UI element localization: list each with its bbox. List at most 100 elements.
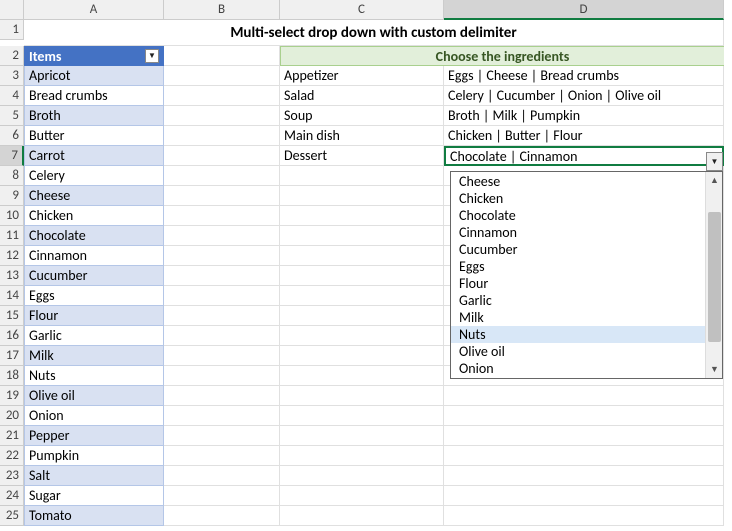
items-cell[interactable]: Salt (24, 466, 164, 486)
filter-dropdown-button[interactable]: ▼ (145, 49, 159, 63)
meal-ingredients-cell[interactable]: Broth | Milk | Pumpkin (444, 106, 724, 126)
row-header-4[interactable]: 4 (0, 86, 24, 106)
cell-C23[interactable] (280, 466, 444, 486)
meal-name-cell[interactable]: Soup (280, 106, 444, 126)
row-header-21[interactable]: 21 (0, 426, 24, 446)
cell-D25[interactable] (444, 506, 724, 526)
row-header-3[interactable]: 3 (0, 66, 24, 86)
cell-B10[interactable] (164, 206, 280, 226)
dropdown-arrow-button[interactable]: ▼ (706, 152, 723, 171)
row-header-17[interactable]: 17 (0, 346, 24, 366)
cell-D20[interactable] (444, 406, 724, 426)
row-header-5[interactable]: 5 (0, 106, 24, 126)
scroll-up-icon[interactable]: ▲ (706, 172, 723, 189)
cell-B21[interactable] (164, 426, 280, 446)
row-header-2[interactable]: 2 (0, 46, 24, 66)
dropdown-option[interactable]: Onion (451, 360, 705, 377)
cell-B12[interactable] (164, 246, 280, 266)
column-header-D[interactable]: D (444, 0, 724, 20)
items-cell[interactable]: Chicken (24, 206, 164, 226)
items-cell[interactable]: Milk (24, 346, 164, 366)
cell-B19[interactable] (164, 386, 280, 406)
meal-name-cell[interactable]: Salad (280, 86, 444, 106)
column-header-B[interactable]: B (164, 0, 280, 20)
cell-B8[interactable] (164, 166, 280, 186)
items-cell[interactable]: Pepper (24, 426, 164, 446)
items-cell[interactable]: Tomato (24, 506, 164, 526)
items-cell[interactable]: Nuts (24, 366, 164, 386)
cell-B7[interactable] (164, 146, 280, 166)
cell-B6[interactable] (164, 126, 280, 146)
row-header-24[interactable]: 24 (0, 486, 24, 506)
cell-C16[interactable] (280, 326, 444, 346)
items-cell[interactable]: Carrot (24, 146, 164, 166)
row-header-9[interactable]: 9 (0, 186, 24, 206)
cell-B15[interactable] (164, 306, 280, 326)
meal-name-cell[interactable]: Main dish (280, 126, 444, 146)
row-header-18[interactable]: 18 (0, 366, 24, 386)
scroll-down-icon[interactable]: ▼ (706, 361, 723, 378)
items-cell[interactable]: Bread crumbs (24, 86, 164, 106)
cell-C15[interactable] (280, 306, 444, 326)
cell-C17[interactable] (280, 346, 444, 366)
cell-B18[interactable] (164, 366, 280, 386)
cell-B3[interactable] (164, 66, 280, 86)
items-cell[interactable]: Eggs (24, 286, 164, 306)
cell-B20[interactable] (164, 406, 280, 426)
dropdown-option[interactable]: Milk (451, 309, 705, 326)
row-header-14[interactable]: 14 (0, 286, 24, 306)
dropdown-option[interactable]: Chocolate (451, 207, 705, 224)
dropdown-option[interactable]: Flour (451, 275, 705, 292)
dropdown-scrollbar[interactable]: ▲▼ (705, 172, 722, 378)
items-cell[interactable]: Cucumber (24, 266, 164, 286)
dropdown-option[interactable]: Cucumber (451, 241, 705, 258)
row-header-16[interactable]: 16 (0, 326, 24, 346)
cell-D22[interactable] (444, 446, 724, 466)
active-cell[interactable]: Chocolate | Cinnamon (444, 146, 724, 166)
meal-name-cell[interactable]: Dessert (280, 146, 444, 166)
cell-B25[interactable] (164, 506, 280, 526)
items-cell[interactable]: Apricot (24, 66, 164, 86)
cell-C21[interactable] (280, 426, 444, 446)
dropdown-option[interactable]: Cheese (451, 173, 705, 190)
cell-C13[interactable] (280, 266, 444, 286)
cell-B22[interactable] (164, 446, 280, 466)
items-cell[interactable]: Flour (24, 306, 164, 326)
cell-C25[interactable] (280, 506, 444, 526)
scroll-thumb[interactable] (708, 212, 721, 342)
dropdown-option[interactable]: Cinnamon (451, 224, 705, 241)
dropdown-option[interactable]: Chicken (451, 190, 705, 207)
items-cell[interactable]: Garlic (24, 326, 164, 346)
row-header-20[interactable]: 20 (0, 406, 24, 426)
dropdown-option[interactable]: Olive oil (451, 343, 705, 360)
row-header-22[interactable]: 22 (0, 446, 24, 466)
cell-C24[interactable] (280, 486, 444, 506)
meal-ingredients-cell[interactable]: Celery | Cucumber | Onion | Olive oil (444, 86, 724, 106)
dropdown-option[interactable]: Nuts (451, 326, 705, 343)
row-header-23[interactable]: 23 (0, 466, 24, 486)
cell-B4[interactable] (164, 86, 280, 106)
row-header-7[interactable]: 7 (0, 146, 24, 166)
column-header-C[interactable]: C (280, 0, 444, 20)
row-header-6[interactable]: 6 (0, 126, 24, 146)
cell-B11[interactable] (164, 226, 280, 246)
cell-B16[interactable] (164, 326, 280, 346)
cell-C8[interactable] (280, 166, 444, 186)
cell-C18[interactable] (280, 366, 444, 386)
row-header-15[interactable]: 15 (0, 306, 24, 326)
cell-D21[interactable] (444, 426, 724, 446)
cell-C11[interactable] (280, 226, 444, 246)
items-cell[interactable]: Chocolate (24, 226, 164, 246)
row-header-13[interactable]: 13 (0, 266, 24, 286)
row-header-11[interactable]: 11 (0, 226, 24, 246)
meal-ingredients-cell[interactable]: Eggs | Cheese | Bread crumbs (444, 66, 724, 86)
items-cell[interactable]: Butter (24, 126, 164, 146)
cell-B23[interactable] (164, 466, 280, 486)
cell-B13[interactable] (164, 266, 280, 286)
row-header-19[interactable]: 19 (0, 386, 24, 406)
cell-C10[interactable] (280, 206, 444, 226)
row-header-25[interactable]: 25 (0, 506, 24, 526)
cell-C14[interactable] (280, 286, 444, 306)
cell-D19[interactable] (444, 386, 724, 406)
meal-ingredients-cell[interactable]: Chicken | Butter | Flour (444, 126, 724, 146)
